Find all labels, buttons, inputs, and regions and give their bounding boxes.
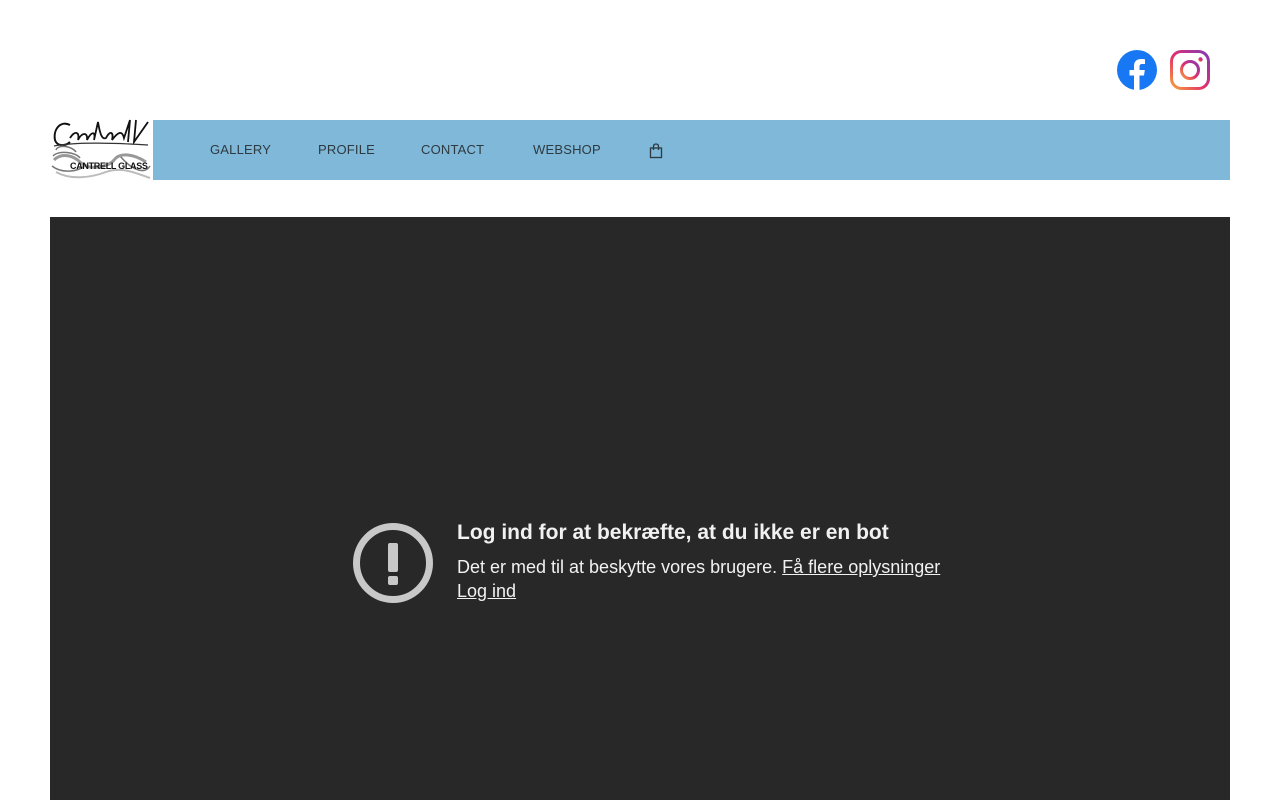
embedded-video-player: Log ind for at bekræfte, at du ikke er e… bbox=[50, 217, 1230, 800]
nav-item-gallery[interactable]: GALLERY bbox=[210, 120, 271, 180]
logo-caption: CANTRELL GLASS bbox=[70, 161, 148, 171]
cantrell-glass-logo[interactable] bbox=[50, 116, 153, 182]
social-links bbox=[1117, 50, 1210, 90]
bot-check-body-text: Det er med til at beskytte vores brugere… bbox=[457, 557, 778, 577]
login-link[interactable]: Log ind bbox=[457, 581, 516, 602]
instagram-icon[interactable] bbox=[1170, 50, 1210, 90]
bot-check-message: Det er med til at beskytte vores brugere… bbox=[457, 557, 940, 578]
nav-item-contact[interactable]: CONTACT bbox=[421, 120, 484, 180]
bot-check-title: Log ind for at bekræfte, at du ikke er e… bbox=[457, 521, 889, 544]
facebook-icon[interactable] bbox=[1117, 50, 1157, 90]
nav-item-webshop[interactable]: WEBSHOP bbox=[533, 120, 601, 180]
shopping-bag-icon[interactable] bbox=[649, 143, 663, 159]
exclamation-circle-icon bbox=[353, 523, 433, 603]
nav-item-profile[interactable]: PROFILE bbox=[318, 120, 375, 180]
learn-more-link[interactable]: Få flere oplysninger bbox=[782, 557, 940, 577]
main-navigation: GALLERY PROFILE CONTACT WEBSHOP bbox=[153, 120, 1230, 180]
